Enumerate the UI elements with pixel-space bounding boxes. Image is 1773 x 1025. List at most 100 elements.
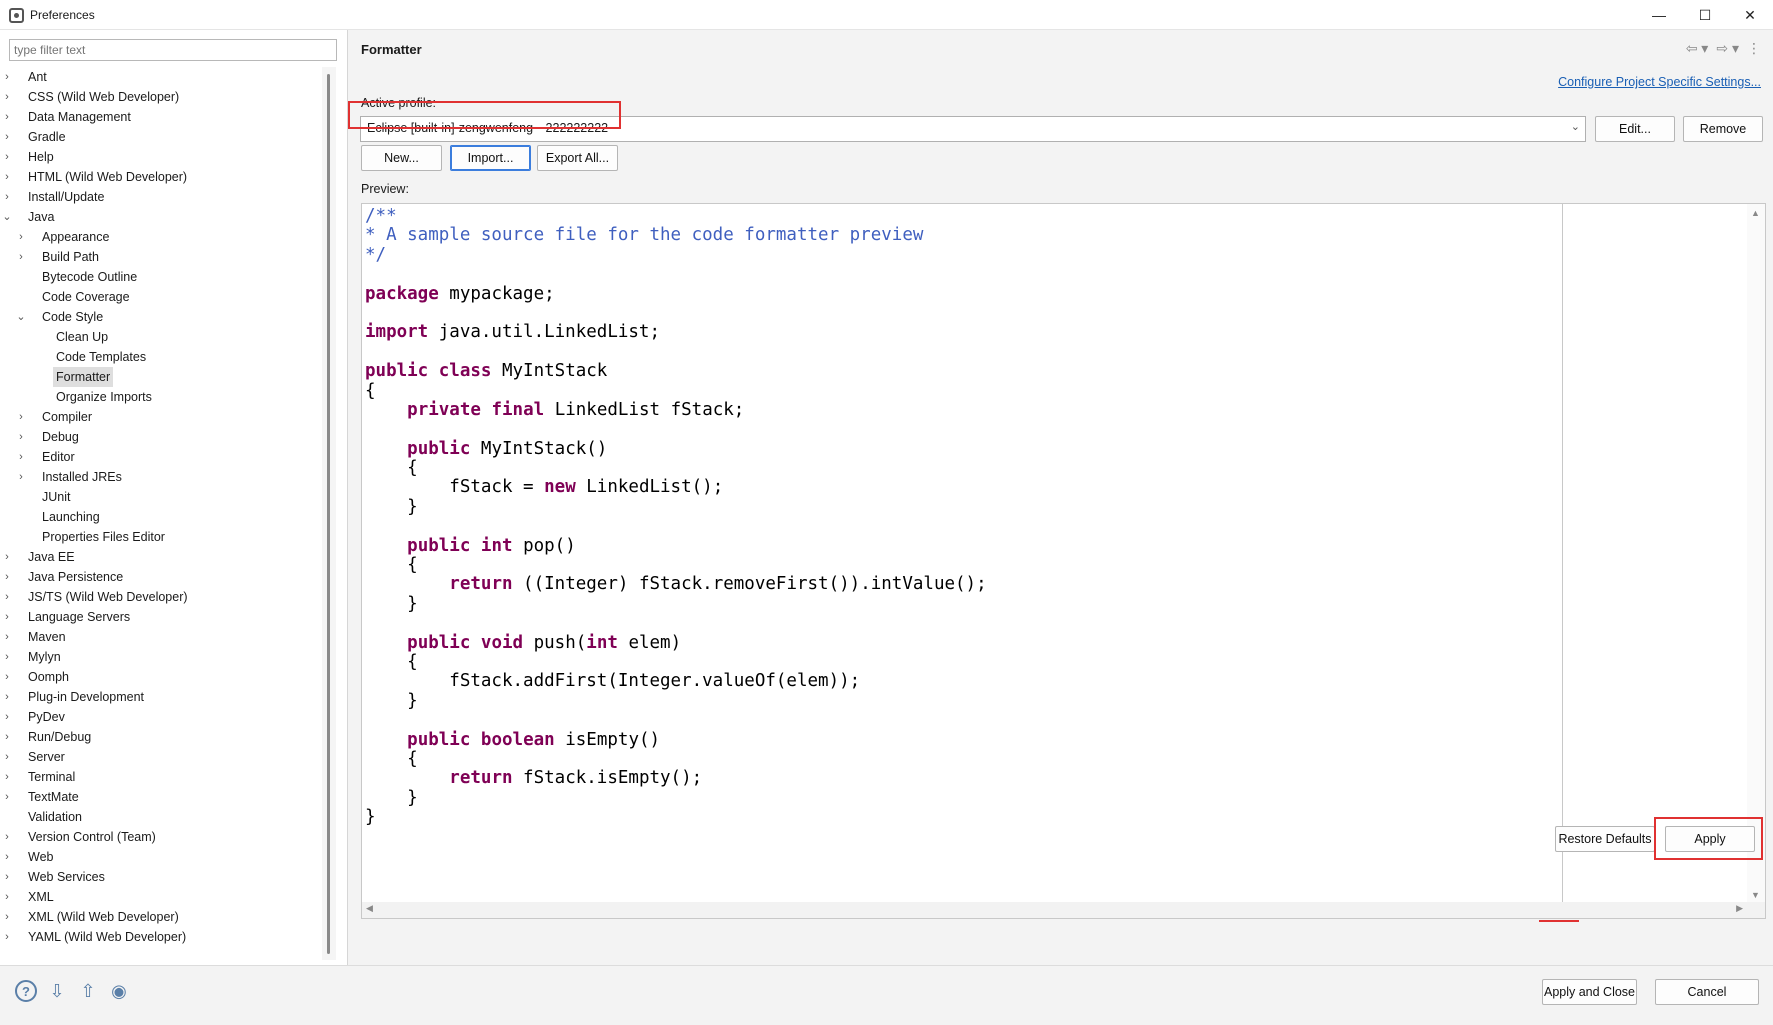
chevron-right-icon[interactable]: › [16,447,26,467]
tree-item[interactable]: ⌄ Code Style [0,307,330,327]
chevron-right-icon[interactable]: › [2,787,12,807]
tree-item[interactable]: › Java EE [0,547,330,567]
scroll-down-icon[interactable]: ▼ [1751,890,1760,900]
tree-item[interactable]: › Data Management [0,107,330,127]
filter-input[interactable] [9,39,337,61]
restore-defaults-button[interactable]: Restore Defaults [1555,826,1655,852]
apply-and-close-button[interactable]: Apply and Close [1542,979,1637,1005]
help-icon[interactable]: ? [15,980,37,1002]
chevron-right-icon[interactable]: › [2,867,12,887]
chevron-right-icon[interactable]: › [2,927,12,947]
back-arrow-icon[interactable]: ⇦ ▾ [1686,40,1709,57]
tree-item[interactable]: › Plug-in Development [0,687,330,707]
tree-item[interactable]: ⌄ Java [0,207,330,227]
tree-item[interactable]: Organize Imports [0,387,330,407]
chevron-right-icon[interactable]: › [16,427,26,447]
chevron-right-icon[interactable]: › [2,687,12,707]
new-profile-button[interactable]: New... [361,145,442,171]
export-all-button[interactable]: Export All... [537,145,618,171]
chevron-right-icon[interactable]: › [2,547,12,567]
chevron-right-icon[interactable]: › [16,247,26,267]
import-preferences-icon[interactable]: ⇩ [46,980,68,1002]
tree-item[interactable]: › Mylyn [0,647,330,667]
minimize-button[interactable]: — [1636,0,1682,30]
view-menu-icon[interactable]: ⋮ [1747,40,1761,57]
tree-item[interactable]: › XML (Wild Web Developer) [0,907,330,927]
tree-item[interactable]: › Build Path [0,247,330,267]
tree-item[interactable]: › Java Persistence [0,567,330,587]
tree-item[interactable]: Formatter [0,367,330,387]
chevron-right-icon[interactable]: › [2,167,12,187]
tree-item[interactable]: › Run/Debug [0,727,330,747]
tree-item[interactable]: › JS/TS (Wild Web Developer) [0,587,330,607]
remove-button[interactable]: Remove [1683,116,1763,142]
tree-item[interactable]: › YAML (Wild Web Developer) [0,927,330,947]
scroll-up-icon[interactable]: ▲ [1751,208,1760,218]
tree-item[interactable]: › CSS (Wild Web Developer) [0,87,330,107]
chevron-right-icon[interactable]: › [2,67,12,87]
tree-item[interactable]: JUnit [0,487,330,507]
chevron-right-icon[interactable]: › [2,127,12,147]
tree-item[interactable]: › Web [0,847,330,867]
tree-item[interactable]: › Server [0,747,330,767]
chevron-right-icon[interactable]: › [16,407,26,427]
chevron-right-icon[interactable]: › [2,567,12,587]
tree-item[interactable]: › Gradle [0,127,330,147]
chevron-right-icon[interactable]: › [2,887,12,907]
tree-item[interactable]: › Compiler [0,407,330,427]
chevron-right-icon[interactable]: › [2,767,12,787]
tree-item[interactable]: › Version Control (Team) [0,827,330,847]
chevron-right-icon[interactable]: › [2,647,12,667]
scroll-left-icon[interactable]: ◀ [366,903,373,914]
tree-item[interactable]: › XML [0,887,330,907]
code-preview[interactable]: /** * A sample source file for the code f… [361,203,1766,919]
tree-item[interactable]: › Maven [0,627,330,647]
chevron-right-icon[interactable]: › [2,827,12,847]
tree-item[interactable]: Bytecode Outline [0,267,330,287]
tree-scrollbar-thumb[interactable] [327,74,330,954]
chevron-right-icon[interactable]: › [2,107,12,127]
chevron-right-icon[interactable]: › [2,627,12,647]
chevron-right-icon[interactable]: › [16,227,26,247]
tree-scrollbar[interactable] [322,67,336,960]
import-profile-button[interactable]: Import... [450,145,531,171]
chevron-right-icon[interactable]: › [2,907,12,927]
configure-project-settings-link[interactable]: Configure Project Specific Settings... [1558,75,1761,89]
oomph-icon[interactable]: ◉ [108,980,130,1002]
tree-item[interactable]: Clean Up [0,327,330,347]
chevron-down-icon[interactable]: ⌄ [16,307,26,327]
tree-item[interactable]: › Installed JREs [0,467,330,487]
chevron-right-icon[interactable]: › [2,187,12,207]
chevron-right-icon[interactable]: › [2,587,12,607]
export-preferences-icon[interactable]: ⇧ [77,980,99,1002]
preview-horizontal-scrollbar[interactable]: ◀ ▶ [362,902,1765,918]
tree-item[interactable]: Validation [0,807,330,827]
preview-vertical-scrollbar[interactable]: ▲ ▼ [1747,204,1765,904]
tree-item[interactable]: › Web Services [0,867,330,887]
tree-item[interactable]: › Debug [0,427,330,447]
tree-item[interactable]: › TextMate [0,787,330,807]
scroll-right-icon[interactable]: ▶ [1736,903,1743,914]
tree-item[interactable]: › Oomph [0,667,330,687]
tree-item[interactable]: Code Templates [0,347,330,367]
tree-item[interactable]: › HTML (Wild Web Developer) [0,167,330,187]
tree-item[interactable]: › Ant [0,67,330,87]
tree-item[interactable]: Properties Files Editor [0,527,330,547]
tree-item[interactable]: › Help [0,147,330,167]
chevron-right-icon[interactable]: › [2,847,12,867]
chevron-right-icon[interactable]: › [2,87,12,107]
maximize-button[interactable]: ☐ [1682,0,1728,30]
tree-item[interactable]: › Editor [0,447,330,467]
chevron-down-icon[interactable]: ⌄ [2,207,12,227]
chevron-right-icon[interactable]: › [2,707,12,727]
close-button[interactable]: ✕ [1727,0,1773,30]
chevron-right-icon[interactable]: › [2,727,12,747]
chevron-right-icon[interactable]: › [2,147,12,167]
chevron-right-icon[interactable]: › [2,607,12,627]
chevron-right-icon[interactable]: › [16,467,26,487]
tree-item[interactable]: Launching [0,507,330,527]
cancel-button[interactable]: Cancel [1655,979,1759,1005]
tree-item[interactable]: Code Coverage [0,287,330,307]
tree-item[interactable]: › PyDev [0,707,330,727]
forward-arrow-icon[interactable]: ⇨ ▾ [1716,40,1739,57]
